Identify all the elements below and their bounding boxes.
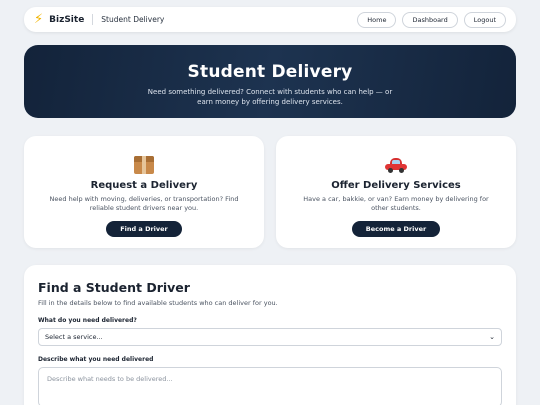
breadcrumb: Student Delivery [101,15,165,24]
find-driver-form: Find a Student Driver Fill in the detail… [24,265,516,405]
package-icon [24,151,264,175]
top-navbar: ⚡ BizSite Student Delivery Home Dashboar… [24,7,516,32]
find-driver-button[interactable]: Find a Driver [106,221,182,237]
form-title: Find a Student Driver [38,280,190,295]
hero-title: Student Delivery [187,62,353,82]
card-title: Offer Delivery Services [331,180,461,191]
service-select[interactable]: Select a service... ⌄ [38,328,502,346]
nav-buttons: Home Dashboard Logout [357,11,506,28]
become-driver-button[interactable]: Become a Driver [351,221,441,237]
lightning-icon: ⚡ [34,12,44,27]
description-label: Describe what you need delivered [38,356,154,363]
service-label: What do you need delivered? [38,317,137,324]
hero-subtitle: Need something delivered? Connect with s… [147,88,393,106]
offer-delivery-card: Offer Delivery Services Have a car, bakk… [276,136,516,248]
car-icon [276,151,516,175]
card-title: Request a Delivery [90,180,198,191]
card-description: Have a car, bakkie, or van? Earn money b… [303,195,489,212]
chevron-down-icon: ⌄ [489,333,495,341]
card-description: Need help with moving, deliveries, or tr… [49,195,239,212]
form-subtitle: Fill in the details below to find availa… [38,299,278,307]
divider [92,14,94,25]
brand-name[interactable]: BizSite [49,15,84,25]
home-button[interactable]: Home [357,11,397,28]
dashboard-button[interactable]: Dashboard [402,11,458,28]
hero-banner: Student Delivery Need something delivere… [24,45,516,118]
logout-button[interactable]: Logout [463,11,506,28]
description-textarea[interactable]: Describe what needs to be delivered... [38,367,502,405]
service-select-value: Select a service... [45,333,103,341]
request-delivery-card: Request a Delivery Need help with moving… [24,136,264,248]
